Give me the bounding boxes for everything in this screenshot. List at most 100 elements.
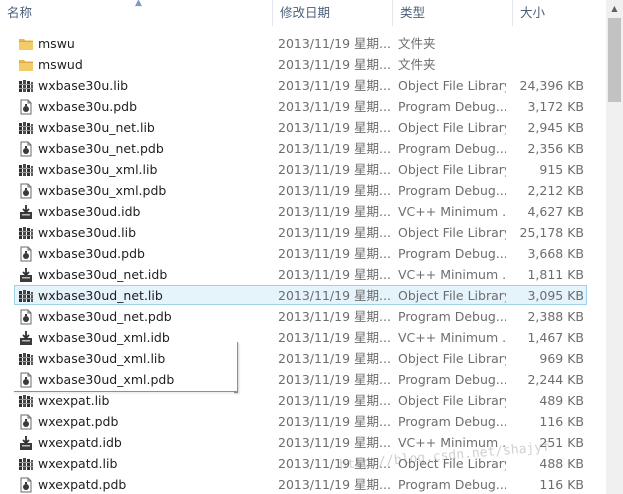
file-row[interactable]: wxbase30ud_net.pdb 2013/11/19 星期... Progra…	[0, 306, 606, 327]
file-name: wxexpatd.idb	[38, 435, 122, 450]
column-header-date-label: 修改日期	[280, 5, 331, 20]
file-name: wxbase30u_net.pdb	[38, 141, 164, 156]
file-name: wxbase30ud.idb	[38, 204, 141, 219]
file-date: 2013/11/19 星期...	[278, 414, 390, 429]
file-size	[508, 54, 584, 75]
file-row[interactable]: wxbase30u_net.lib 2013/11/19 星期... Object …	[0, 117, 606, 138]
sort-ascending-arrow-icon: ▲	[135, 0, 142, 8]
file-size: 1,811 KB	[527, 267, 584, 282]
file-row[interactable]: mswu 2013/11/19 星期... 文件夹	[0, 33, 606, 54]
debug-file-icon	[18, 309, 34, 325]
file-size: 2,388 KB	[527, 309, 584, 324]
file-date: 2013/11/19 星期...	[278, 351, 390, 366]
file-row[interactable]: wxbase30ud.lib 2013/11/19 星期... Object Fil…	[0, 222, 606, 243]
file-list: 名称 ▲ 修改日期 类型 大小 mswu 2013/11/19 星期... 文件夹 m…	[0, 0, 606, 494]
file-date: 2013/11/19 星期...	[278, 246, 390, 261]
file-type: Object File Library	[398, 225, 506, 240]
file-size: 24,396 KB	[519, 78, 584, 93]
debug-file-icon	[18, 414, 34, 430]
file-row[interactable]: mswud 2013/11/19 星期... 文件夹	[0, 54, 606, 75]
file-size: 3,172 KB	[527, 99, 584, 114]
file-type: VC++ Minimum ...	[398, 267, 506, 282]
file-date: 2013/11/19 星期...	[278, 204, 390, 219]
file-size: 1,467 KB	[527, 330, 584, 345]
file-date: 2013/11/19 星期...	[278, 330, 390, 345]
file-name: wxbase30ud_net.lib	[38, 288, 163, 303]
vc-idb-file-icon	[18, 204, 34, 220]
file-row[interactable]: wxexpat.pdb 2013/11/19 星期... Program Debug…	[0, 411, 606, 432]
file-row[interactable]: wxbase30ud.idb 2013/11/19 星期... VC++ Minim…	[0, 201, 606, 222]
file-date: 2013/11/19 星期...	[278, 372, 390, 387]
vertical-scrollbar[interactable]: ▲	[606, 0, 623, 494]
library-file-icon	[18, 120, 34, 136]
file-size: 489 KB	[539, 393, 584, 408]
file-row[interactable]: wxexpatd.pdb 2013/11/19 星期... Program Debu…	[0, 474, 606, 494]
library-file-icon	[18, 393, 34, 409]
file-name: wxbase30u_xml.pdb	[38, 183, 167, 198]
file-date: 2013/11/19 星期...	[278, 162, 390, 177]
folder-icon	[18, 57, 34, 73]
file-row[interactable]: wxbase30ud.pdb 2013/11/19 星期... Program De…	[0, 243, 606, 264]
vc-idb-file-icon	[18, 267, 34, 283]
file-size: 25,178 KB	[519, 225, 584, 240]
file-name: mswu	[38, 36, 75, 51]
file-row[interactable]: wxbase30u.pdb 2013/11/19 星期... Program Deb…	[0, 96, 606, 117]
file-size: 116 KB	[539, 477, 584, 492]
column-header-size-label: 大小	[520, 5, 546, 20]
file-type: Program Debug...	[398, 246, 506, 261]
file-size: 2,945 KB	[527, 120, 584, 135]
file-row[interactable]: wxbase30ud_net.idb 2013/11/19 星期... VC++ M…	[0, 264, 606, 285]
file-date: 2013/11/19 星期...	[278, 267, 390, 282]
file-name: wxbase30ud_net.pdb	[38, 309, 172, 324]
file-size: 4,627 KB	[527, 204, 584, 219]
file-date: 2013/11/19 星期...	[278, 288, 390, 303]
file-type: Object File Library	[398, 288, 506, 303]
file-name: wxbase30ud_net.idb	[38, 267, 168, 282]
file-row[interactable]: wxbase30ud_xml.pdb 2013/11/19 星期... Progra…	[0, 369, 606, 390]
library-file-icon	[18, 78, 34, 94]
library-file-icon	[18, 225, 34, 241]
file-type: Object File Library	[398, 162, 506, 177]
file-type: Program Debug...	[398, 414, 506, 429]
file-row[interactable]: wxbase30ud_net.lib 2013/11/19 星期... Object…	[0, 285, 606, 306]
column-header-size[interactable]: 大小	[512, 0, 592, 26]
column-header-name[interactable]: 名称 ▲	[0, 0, 272, 26]
library-file-icon	[18, 351, 34, 367]
file-type: Program Debug...	[398, 141, 506, 156]
file-name: wxexpat.lib	[38, 393, 110, 408]
file-row[interactable]: wxexpat.lib 2013/11/19 星期... Object File L…	[0, 390, 606, 411]
file-row[interactable]: wxbase30ud_xml.idb 2013/11/19 星期... VC++ M…	[0, 327, 606, 348]
column-header-name-label: 名称	[7, 5, 33, 20]
debug-file-icon	[18, 141, 34, 157]
file-date: 2013/11/19 星期...	[278, 57, 390, 72]
file-name: wxexpatd.lib	[38, 456, 118, 471]
file-type: 文件夹	[398, 57, 436, 72]
file-type: VC++ Minimum ...	[398, 330, 506, 345]
scrollbar-thumb[interactable]	[608, 18, 621, 102]
file-row[interactable]: wxbase30u_xml.lib 2013/11/19 星期... Object …	[0, 159, 606, 180]
file-type: Program Debug...	[398, 309, 506, 324]
file-type: Program Debug...	[398, 99, 506, 114]
file-row[interactable]: wxbase30ud_xml.lib 2013/11/19 星期... Object…	[0, 348, 606, 369]
file-row[interactable]: wxbase30u_xml.pdb 2013/11/19 星期... Program…	[0, 180, 606, 201]
file-type: Object File Library	[398, 78, 506, 93]
file-row[interactable]: wxbase30u_net.pdb 2013/11/19 星期... Program…	[0, 138, 606, 159]
column-header-row: 名称 ▲ 修改日期 类型 大小	[0, 0, 606, 26]
scroll-up-arrow-icon[interactable]: ▲	[606, 0, 623, 17]
debug-file-icon	[18, 477, 34, 493]
file-row[interactable]: wxbase30u.lib 2013/11/19 星期... Object File…	[0, 75, 606, 96]
file-name: wxexpatd.pdb	[38, 477, 127, 492]
file-size	[508, 33, 584, 54]
vc-idb-file-icon	[18, 435, 34, 451]
column-header-date[interactable]: 修改日期	[272, 0, 392, 26]
file-type: Program Debug...	[398, 372, 506, 387]
column-header-type[interactable]: 类型	[392, 0, 512, 26]
file-name: wxexpat.pdb	[38, 414, 119, 429]
tooltip-popup-edge	[234, 342, 238, 393]
file-type: VC++ Minimum ...	[398, 204, 506, 219]
file-type: Program Debug...	[398, 477, 506, 492]
debug-file-icon	[18, 372, 34, 388]
file-size: 969 KB	[539, 351, 584, 366]
file-size: 116 KB	[539, 414, 584, 429]
file-size: 2,244 KB	[527, 372, 584, 387]
